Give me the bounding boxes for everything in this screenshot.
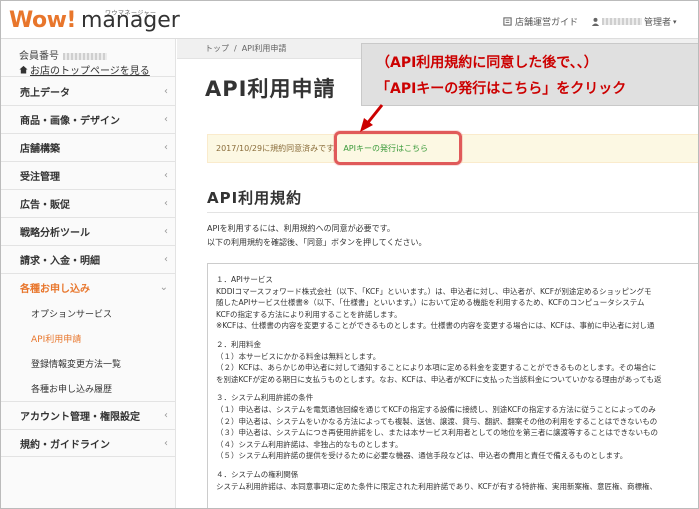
sidebar-item-label: 戦略分析ツール (20, 228, 90, 239)
annotation-callout: （API利用規約に同意した後で、、） 「APIキーの発行はこちら」をクリック (361, 43, 698, 106)
member-number: 会員番号 (19, 47, 107, 62)
store-guide-link[interactable]: 店舗運営ガイド (503, 15, 578, 28)
agreement-notice-text: 2017/10/29に規約同意済みです。 (216, 144, 342, 153)
sidebar-subitem-label: 登録情報変更方法一覧 (31, 360, 122, 370)
sidebar-item-label: 店舗構築 (20, 144, 60, 155)
sidebar-subitem-label: 各種お申し込み履歴 (31, 385, 113, 395)
sidebar-subitem-label: オプションサービス (31, 310, 113, 320)
sidebar-item-applications[interactable]: 各種お申し込み ⌄ (1, 273, 176, 301)
sidebar-subitem-application-history[interactable]: 各種お申し込み履歴 (1, 376, 176, 401)
sidebar-item-store-build[interactable]: 店舗構築 ‹ (1, 133, 176, 161)
terms-line: システム利用許諾は、本同意事項に定めた条件に限定された利用許諾であり、KCFが有… (216, 481, 657, 491)
terms-scroll-box[interactable]: １．APIサービス KDDIコマースフォワード株式会社（以下、「KCF」といいま… (207, 263, 698, 508)
sidebar-item-ads[interactable]: 広告・販促 ‹ (1, 189, 176, 217)
page-frame: Wow! ワウマネージャー manager 店舗運営ガイド 管理者 ▾ 会員番号… (0, 0, 699, 509)
breadcrumb-home[interactable]: トップ (205, 43, 229, 54)
terms-section-title: API利用規約 (207, 189, 303, 207)
terms-intro-line: 以下の利用規約を確認後、「同意」ボタンを押してください。 (207, 238, 427, 247)
sidebar-item-label: 売上データ (20, 87, 70, 99)
book-icon (503, 17, 512, 26)
sidebar-subitem-api-application[interactable]: API利用申請 (1, 326, 176, 351)
sidebar-item-label: 商品・画像・デザイン (20, 116, 120, 127)
section-divider (207, 212, 698, 213)
annotation-line-1: （API利用規約に同意した後で、、） (376, 55, 598, 71)
terms-heading: ４．システムの権利関係 (216, 469, 299, 479)
sidebar-item-label: 請求・入金・明細 (20, 256, 100, 267)
store-guide-label: 店舗運営ガイド (515, 18, 579, 28)
home-icon (19, 65, 28, 74)
chevron-left-icon: ‹ (164, 226, 168, 237)
chevron-left-icon: ‹ (164, 437, 168, 449)
sidebar-subitem-label: API利用申請 (31, 335, 82, 345)
terms-heading: ２．利用料金 (216, 339, 261, 349)
logo-ruby-text: ワウマネージャー (104, 10, 157, 17)
chevron-left-icon: ‹ (164, 198, 168, 209)
terms-heading: ３．システム利用許諾の条件 (216, 393, 314, 403)
sidebar: 会員番号 お店のトップページを見る 売上データ ‹ 商品・画像・デザイン ‹ 店舗構… (1, 39, 176, 508)
annotation-arrow (360, 104, 384, 132)
chevron-left-icon: ‹ (164, 170, 168, 181)
user-icon (591, 17, 600, 26)
app-logo[interactable]: Wow! ワウマネージャー manager (9, 7, 180, 33)
sidebar-item-products[interactable]: 商品・画像・デザイン ‹ (1, 105, 176, 133)
terms-intro-line: APIを利用するには、利用規約への同意が必要です。 (207, 224, 395, 233)
sidebar-item-orders[interactable]: 受注管理 ‹ (1, 161, 176, 189)
chevron-down-icon: ▾ (673, 17, 677, 26)
annotation-line-2: 「APIキーの発行はこちら」をクリック (376, 81, 627, 97)
terms-line: （４）システム利用許諾は、非独占的なものとします。 (216, 439, 403, 449)
chevron-left-icon: ‹ (164, 254, 168, 265)
terms-line: （１）本サービスにかかる料金は無料とします。 (216, 351, 381, 361)
sidebar-item-label: 受注管理 (20, 172, 60, 183)
terms-line: 随したAPIサービス仕様書※（以下、「仕様書」といいます。）において定める機能を… (216, 298, 645, 308)
terms-heading: １．APIサービス (216, 275, 273, 284)
top-header: Wow! ワウマネージャー manager 店舗運営ガイド 管理者 ▾ (1, 1, 698, 39)
page-title: API利用申請 (205, 77, 336, 101)
sidebar-item-account-permissions[interactable]: アカウント管理・権限設定 ‹ (1, 401, 176, 429)
terms-line: KCFの指定する方法により利用することを許諾します。 (216, 309, 402, 319)
user-menu[interactable]: 管理者 ▾ (591, 15, 677, 28)
terms-line: （１）申込者は、システムを電気通信回線を通じてKCFの指定する設備に接続し、別途… (216, 404, 656, 414)
member-number-label: 会員番号 (19, 51, 59, 62)
terms-line: を別途KCFが定める期日に支払うものとします。なお、KCFは、申込者がKCFに支… (216, 374, 662, 384)
member-number-masked (63, 52, 107, 60)
sidebar-item-analytics[interactable]: 戦略分析ツール ‹ (1, 217, 176, 245)
chevron-left-icon: ‹ (164, 114, 168, 125)
sidebar-subitem-registration-changes[interactable]: 登録情報変更方法一覧 (1, 351, 176, 376)
sidebar-item-label: アカウント管理・権限設定 (20, 412, 140, 423)
terms-intro: APIを利用するには、利用規約への同意が必要です。 以下の利用規約を確認後、「同… (207, 222, 427, 250)
annotation-highlight-box (334, 131, 462, 165)
terms-line: ※KCFは、仕様書の内容を変更することができるものとします。仕様書の内容を変更す… (216, 321, 655, 331)
breadcrumb-current: API利用申請 (241, 44, 287, 53)
sidebar-item-terms-guidelines[interactable]: 規約・ガイドライン ‹ (1, 429, 176, 457)
sidebar-item-sales-data[interactable]: 売上データ ‹ (1, 76, 176, 105)
user-name-masked (602, 18, 642, 25)
store-top-link-label: お店のトップページを見る (30, 66, 150, 77)
sidebar-item-billing[interactable]: 請求・入金・明細 ‹ (1, 245, 176, 273)
terms-line: （３）申込者は、システムにつき再使用許諾をし、または本サービス利用者としての地位… (216, 428, 659, 438)
logo-manager-text: ワウマネージャー manager (81, 9, 180, 33)
sidebar-subitem-option-services[interactable]: オプションサービス (1, 301, 176, 326)
chevron-left-icon: ‹ (164, 410, 168, 421)
sidebar-item-label: 広告・販促 (20, 200, 70, 211)
terms-line: KDDIコマースフォワード株式会社（以下、「KCF」といいます。）は、申込者に対… (216, 286, 652, 296)
terms-line: （２）申込者は、システムをいかなる方法によっても複製、送信、譲渡、貸与、翻訳、翻… (216, 416, 658, 426)
terms-line: （５）システム利用許諾の提供を受けるために必要な機器、通信手段などは、申込者の費… (216, 451, 628, 461)
breadcrumb-separator: / (234, 44, 237, 53)
sidebar-item-label: 規約・ガイドライン (20, 439, 110, 451)
store-top-link[interactable]: お店のトップページを見る (19, 62, 150, 77)
chevron-left-icon: ‹ (164, 142, 168, 153)
chevron-left-icon: ‹ (164, 85, 168, 97)
user-role-label: 管理者 (644, 18, 672, 28)
sidebar-item-label: 各種お申し込み (20, 284, 90, 295)
terms-line: （２）KCFは、あらかじめ申込者に対して通知することにより本項に定める料金を変更… (216, 363, 657, 373)
chevron-down-icon: ⌄ (159, 282, 168, 293)
logo-wow-text: Wow! (9, 8, 76, 33)
